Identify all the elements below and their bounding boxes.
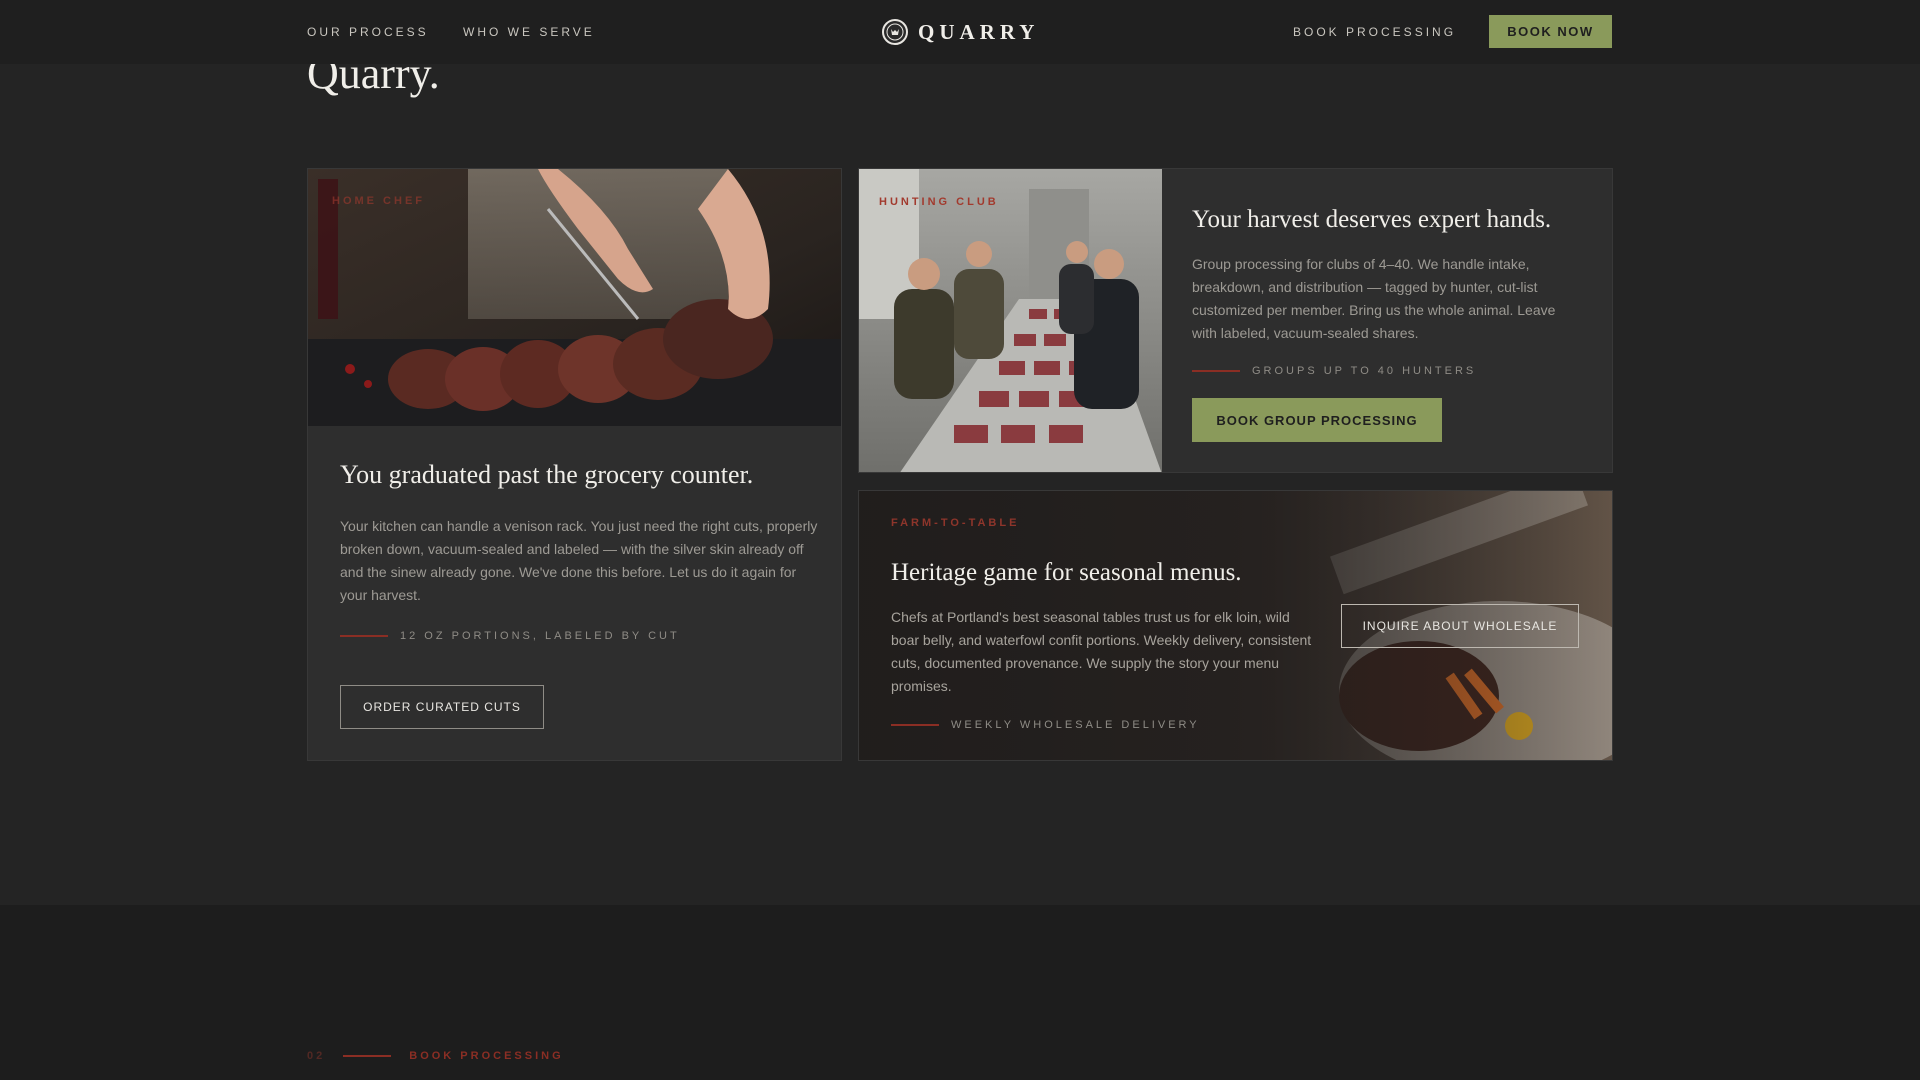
section-eyebrow: 02 BOOK PROCESSING	[307, 1050, 564, 1062]
nav-who-we-serve[interactable]: WHO WE SERVE	[463, 25, 595, 39]
card-title: Heritage game for seasonal menus.	[891, 559, 1242, 586]
meta-divider	[1192, 370, 1240, 372]
site-header: OUR PROCESS WHO WE SERVE QUARRY BOOK PRO…	[0, 0, 1920, 64]
group-processing-image	[859, 169, 1162, 472]
nav-our-process[interactable]: OUR PROCESS	[307, 25, 429, 39]
card-meta: 12 OZ PORTIONS, LABELED BY CUT	[340, 630, 680, 642]
card-body: Your kitchen can handle a venison rack. …	[340, 518, 818, 603]
card-title: You graduated past the grocery counter.	[340, 460, 754, 489]
venison-plating-image	[308, 169, 841, 426]
card-meta: GROUPS UP TO 40 HUNTERS	[1192, 365, 1476, 377]
card-label: HOME CHEF	[332, 195, 425, 207]
brand-name: QUARRY	[918, 19, 1040, 44]
meta-text: 12 OZ PORTIONS, LABELED BY CUT	[400, 630, 680, 642]
meta-text: WEEKLY WHOLESALE DELIVERY	[951, 719, 1200, 731]
card-home-chef: HOME CHEF You graduated past the grocery…	[307, 168, 842, 761]
eyebrow-divider	[343, 1055, 392, 1057]
card-body: Chefs at Portland's best seasonal tables…	[891, 609, 1312, 694]
order-curated-cuts-button[interactable]: ORDER CURATED CUTS	[340, 685, 544, 729]
meta-divider	[891, 724, 939, 726]
meta-text: GROUPS UP TO 40 HUNTERS	[1252, 365, 1477, 377]
brand-logo[interactable]: QUARRY	[882, 18, 1039, 46]
deer-crest-icon	[882, 19, 908, 45]
meta-divider	[340, 635, 388, 637]
card-label: HUNTING CLUB	[879, 196, 999, 208]
card-farm-to-table: FARM-TO-TABLE Heritage game for seasonal…	[858, 490, 1613, 761]
inquire-about-wholesale-button[interactable]: INQUIRE ABOUT WHOLESALE	[1341, 604, 1579, 648]
card-label: FARM-TO-TABLE	[891, 517, 1020, 529]
card-body: Group processing for clubs of 4–40. We h…	[1192, 256, 1556, 341]
book-now-button[interactable]: BOOK NOW	[1489, 15, 1612, 48]
nav-book-processing[interactable]: BOOK PROCESSING	[1293, 25, 1456, 39]
card-meta: WEEKLY WHOLESALE DELIVERY	[891, 719, 1200, 731]
book-group-processing-button[interactable]: BOOK GROUP PROCESSING	[1192, 398, 1442, 442]
card-title: Your harvest deserves expert hands.	[1192, 206, 1552, 233]
section-label: BOOK PROCESSING	[409, 1050, 564, 1062]
card-hunting-club: HUNTING CLUB Your harvest deserves exper…	[858, 168, 1613, 473]
book-processing-section: 02 BOOK PROCESSING	[0, 905, 1920, 1080]
section-number: 02	[307, 1050, 326, 1062]
